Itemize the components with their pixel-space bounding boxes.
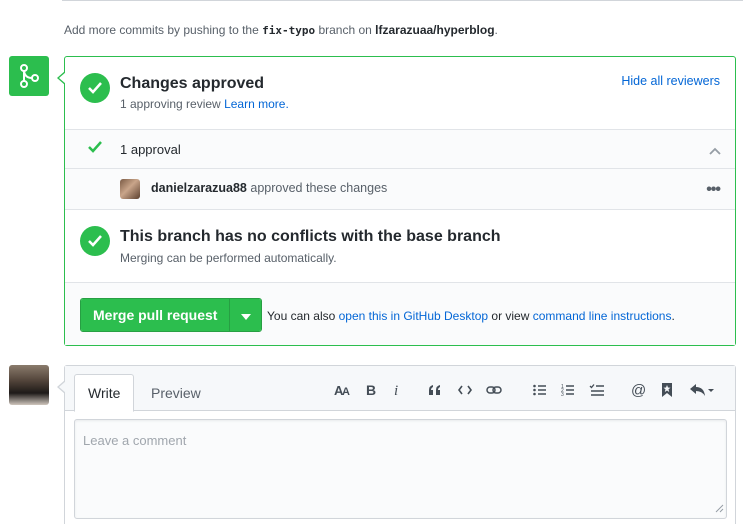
learn-more-link[interactable]: Learn more. xyxy=(224,97,289,111)
approval-title: Changes approved xyxy=(120,75,265,92)
push-info-prefix: Add more commits by pushing to the xyxy=(64,23,259,37)
approval-status-section: Changes approved 1 approving review Lear… xyxy=(65,57,735,129)
svg-text:A: A xyxy=(342,386,350,397)
bulleted-list-icon[interactable] xyxy=(533,381,547,399)
comment-textarea[interactable]: Leave a comment xyxy=(74,419,727,519)
quote-icon[interactable] xyxy=(428,381,442,399)
reviewer-username[interactable]: danielzarazua88 xyxy=(151,181,247,195)
conflicts-title: This branch has no conflicts with the ba… xyxy=(120,228,501,245)
reviewer-action: approved these changes xyxy=(250,181,388,195)
command-line-link[interactable]: command line instructions xyxy=(533,309,672,323)
tab-preview[interactable]: Preview xyxy=(138,374,214,412)
comment-placeholder: Leave a comment xyxy=(83,433,187,448)
approval-count-label: 1 approval xyxy=(120,142,181,157)
hide-all-reviewers-link[interactable]: Hide all reviewers xyxy=(621,74,720,88)
merge-action-section: Merge pull request You can also open thi… xyxy=(65,282,735,345)
merge-status-box: Changes approved 1 approving review Lear… xyxy=(57,56,736,346)
git-merge-icon xyxy=(9,56,49,96)
check-circle-icon xyxy=(80,226,110,256)
merge-help-suffix: . xyxy=(671,309,675,323)
github-desktop-link[interactable]: open this in GitHub Desktop xyxy=(339,309,488,323)
svg-text:B: B xyxy=(366,383,376,397)
mention-icon[interactable]: @ xyxy=(631,381,647,399)
reviewer-avatar[interactable] xyxy=(120,179,140,199)
merge-help-middle: or view xyxy=(491,309,530,323)
comment-form: Write Preview AA B i 123 @ Leave a comme… xyxy=(57,365,736,524)
push-info: Add more commits by pushing to the fix-t… xyxy=(64,23,498,37)
merge-help-text: You can also open this in GitHub Desktop… xyxy=(267,309,675,323)
current-user-avatar[interactable] xyxy=(9,365,49,405)
chevron-up-icon[interactable] xyxy=(709,143,721,158)
bold-icon[interactable]: B xyxy=(366,381,378,399)
svg-text:3: 3 xyxy=(561,392,564,397)
numbered-list-icon[interactable]: 123 xyxy=(561,381,575,399)
code-icon[interactable] xyxy=(458,381,472,399)
caret-down-icon xyxy=(240,308,251,323)
comment-tabbar: Write Preview AA B i 123 @ xyxy=(65,366,735,412)
push-info-suffix: . xyxy=(494,23,498,37)
approval-count-text: 1 approving review xyxy=(120,97,221,111)
reply-icon[interactable] xyxy=(689,381,715,399)
reviewer-text: danielzarazua88 approved these changes xyxy=(151,181,387,195)
resize-handle-icon[interactable] xyxy=(715,501,724,516)
italic-icon[interactable]: i xyxy=(392,381,402,399)
reviewer-row: danielzarazua88 approved these changes •… xyxy=(65,168,735,209)
push-info-middle: branch on xyxy=(318,23,372,37)
svg-text:i: i xyxy=(394,383,398,397)
kebab-menu-icon[interactable]: ••• xyxy=(706,181,721,199)
repo-name: lfzarazuaa/hyperblog xyxy=(375,23,495,37)
task-list-icon[interactable] xyxy=(589,381,605,399)
check-icon xyxy=(88,141,102,156)
merge-pull-request-button[interactable]: Merge pull request xyxy=(81,299,230,331)
link-icon[interactable] xyxy=(486,381,502,399)
conflicts-section: This branch has no conflicts with the ba… xyxy=(65,209,735,282)
branch-name: fix-typo xyxy=(262,24,316,37)
text-size-icon[interactable]: AA xyxy=(334,381,352,399)
tab-write[interactable]: Write xyxy=(74,374,135,412)
merge-button-group: Merge pull request xyxy=(80,298,263,332)
merge-options-dropdown[interactable] xyxy=(229,299,262,331)
approval-subtitle: 1 approving review Learn more. xyxy=(120,97,289,111)
top-divider xyxy=(62,0,743,1)
conflicts-subtitle: Merging can be performed automatically. xyxy=(120,251,337,265)
merge-help-prefix: You can also xyxy=(267,309,336,323)
saved-reply-icon[interactable] xyxy=(661,381,673,399)
approval-summary-row[interactable]: 1 approval xyxy=(65,129,735,168)
svg-text:@: @ xyxy=(631,382,646,398)
check-circle-icon xyxy=(80,73,110,103)
